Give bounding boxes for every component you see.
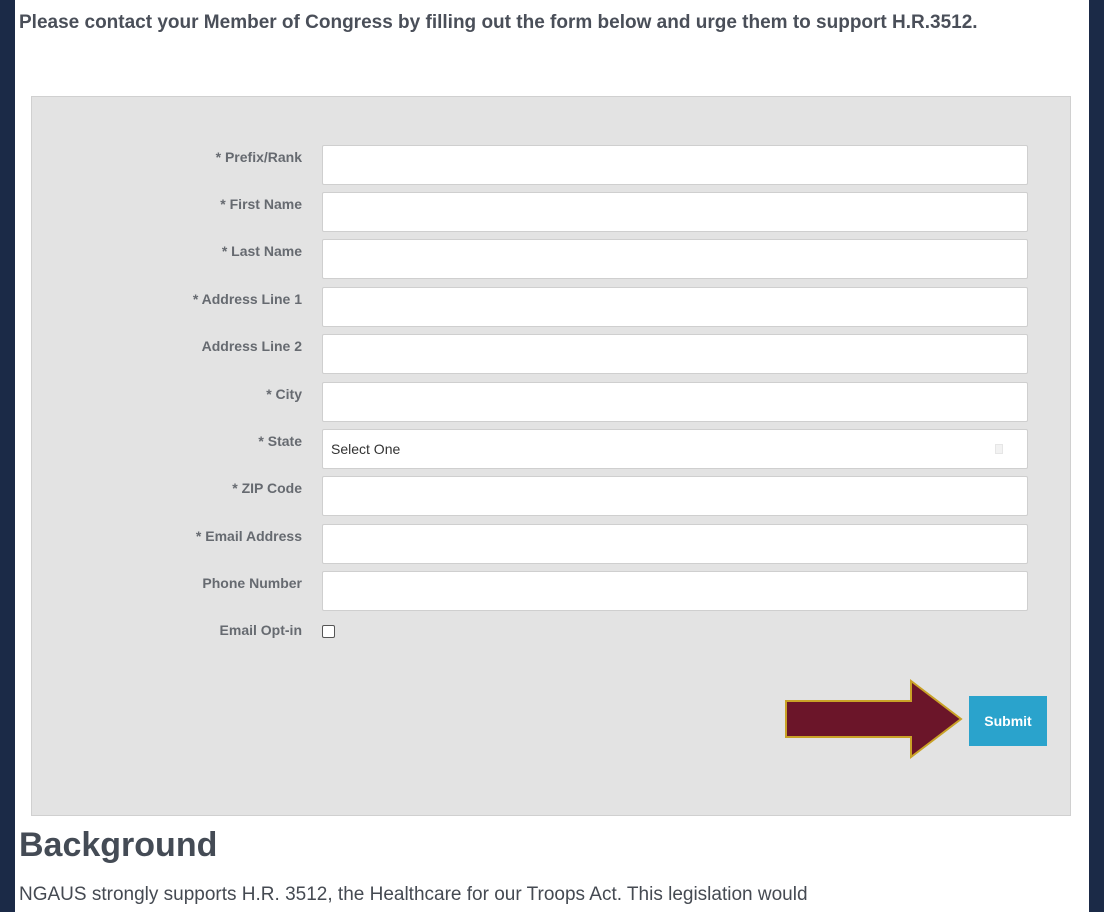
background-heading: Background: [19, 826, 218, 864]
form-row-state: * State Select One: [32, 429, 1070, 469]
address-line-2-input[interactable]: [322, 334, 1028, 374]
phone-number-input[interactable]: [322, 571, 1028, 611]
city-input[interactable]: [322, 382, 1028, 422]
email-address-input[interactable]: [322, 524, 1028, 564]
form-row-phone: Phone Number: [32, 571, 1070, 611]
form-row-prefix: * Prefix/Rank: [32, 145, 1070, 185]
contact-form: * Prefix/Rank * First Name * Last Name *…: [31, 96, 1071, 816]
email-address-label: * Email Address: [195, 528, 302, 544]
form-row-opt-in: Email Opt-in: [32, 618, 1070, 646]
dropdown-arrow-icon: [995, 444, 1003, 454]
address-line-1-input[interactable]: [322, 287, 1028, 327]
prefix-rank-input[interactable]: [322, 145, 1028, 185]
email-opt-in-checkbox[interactable]: [322, 625, 335, 638]
phone-number-label: Phone Number: [202, 575, 302, 591]
form-row-address-2: Address Line 2: [32, 334, 1070, 374]
zip-code-input[interactable]: [322, 476, 1028, 516]
form-row-address-1: * Address Line 1: [32, 287, 1070, 327]
form-row-last-name: * Last Name: [32, 239, 1070, 279]
state-select[interactable]: Select One: [322, 429, 1028, 469]
email-opt-in-label: Email Opt-in: [219, 622, 302, 638]
submit-button[interactable]: Submit: [969, 696, 1047, 746]
form-row-zip: * ZIP Code: [32, 476, 1070, 516]
intro-text: Please contact your Member of Congress b…: [19, 12, 978, 33]
state-select-value: Select One: [331, 441, 401, 457]
page-content: Please contact your Member of Congress b…: [15, 0, 1089, 912]
form-row-first-name: * First Name: [32, 192, 1070, 232]
form-row-city: * City: [32, 382, 1070, 422]
arrow-shape: [785, 679, 963, 759]
arrow-icon: [785, 679, 963, 759]
form-row-email: * Email Address: [32, 524, 1070, 564]
last-name-input[interactable]: [322, 239, 1028, 279]
zip-code-label: * ZIP Code: [232, 480, 302, 496]
first-name-label: * First Name: [220, 196, 302, 212]
first-name-input[interactable]: [322, 192, 1028, 232]
background-text: NGAUS strongly supports H.R. 3512, the H…: [19, 884, 808, 905]
last-name-label: * Last Name: [221, 243, 302, 259]
address-line-2-label: Address Line 2: [201, 338, 302, 354]
state-label: * State: [258, 433, 302, 449]
city-label: * City: [266, 386, 302, 402]
prefix-rank-label: * Prefix/Rank: [215, 149, 302, 165]
address-line-1-label: * Address Line 1: [192, 291, 302, 307]
